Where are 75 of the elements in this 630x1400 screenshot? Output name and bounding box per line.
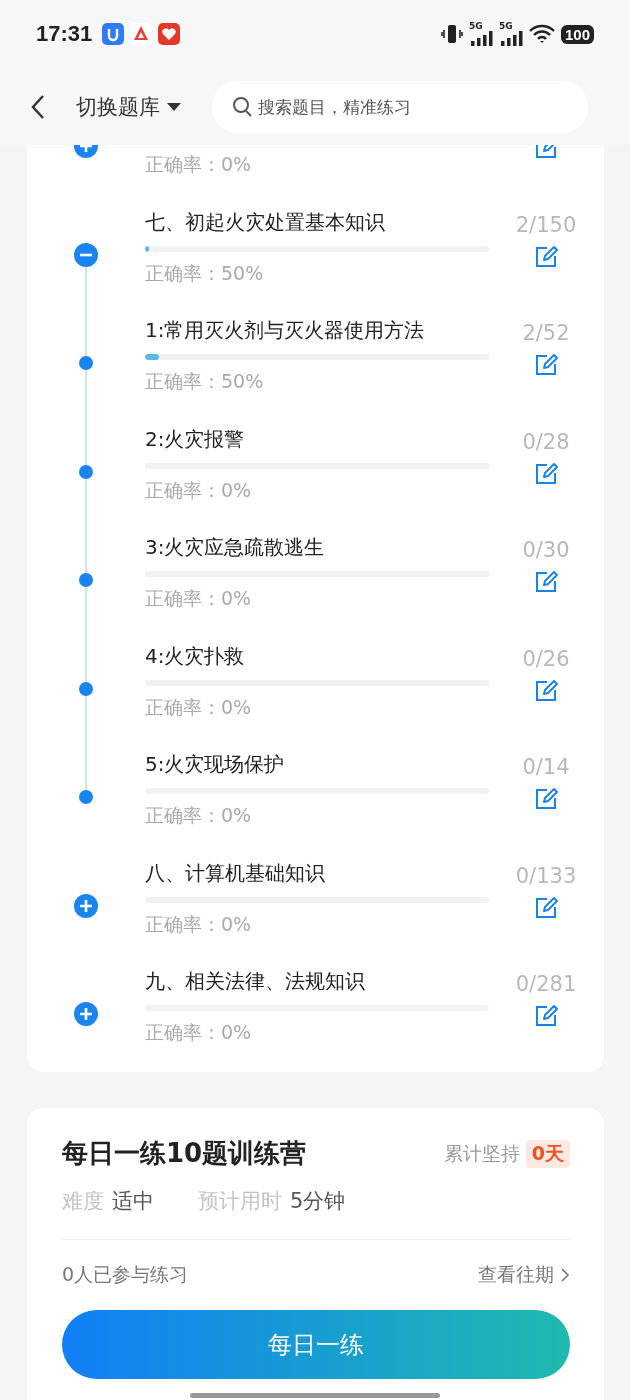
caret-icon: [166, 101, 182, 112]
edit-icon[interactable]: [533, 1003, 559, 1029]
accuracy-text: 正确率：0%: [145, 152, 253, 177]
accuracy-text: 正确率：0%: [145, 911, 253, 937]
difficulty-label: 难度: [62, 1189, 104, 1213]
app-icon: [102, 23, 125, 45]
progress-count: 0/28: [522, 428, 570, 456]
back-icon: [30, 93, 46, 120]
tree-node-dot: [79, 573, 93, 587]
history-link[interactable]: 查看往期: [478, 1262, 570, 1288]
vibrate-icon: [440, 24, 463, 44]
participants-text: 0人已参与练习: [62, 1262, 189, 1287]
edit-icon[interactable]: [533, 569, 559, 595]
progress-count: 0/26: [522, 645, 570, 673]
tree-node-dot: [79, 356, 93, 370]
chapter-title: 2:火灾报警: [145, 425, 246, 453]
tree-node-dot: [79, 681, 93, 696]
network-type: 5G: [498, 21, 513, 31]
accuracy-text: 正确率：0%: [145, 477, 253, 503]
time-value: 5分钟: [290, 1189, 346, 1213]
search-field[interactable]: 搜索题目，精准练习: [212, 80, 588, 133]
battery-level: 100: [560, 24, 594, 44]
streak-label: 累计坚持: [443, 1140, 520, 1166]
progress-count: 2/52: [522, 320, 570, 347]
accuracy-text: 正确率：0%: [145, 694, 253, 720]
chapter-row[interactable]: 九、相关法律、法规知识 正确率：0% 0/281: [27, 953, 604, 1062]
app-icon: [158, 23, 181, 45]
search-icon: [232, 95, 252, 118]
chapter-row[interactable]: 4:火灾扑救 正确率：0% 0/26: [27, 627, 604, 736]
accuracy-text: 正确率：0%: [145, 586, 253, 611]
difficulty-value: 适中: [112, 1189, 154, 1213]
tree-node-dot: [79, 790, 93, 804]
app-icon: [130, 23, 153, 45]
chapter-row[interactable]: 5:火灾现场保护 正确率：0% 0/14: [27, 736, 604, 845]
expand-icon[interactable]: [74, 893, 98, 918]
progress-count: 0/281: [515, 971, 577, 998]
accuracy-text: 正确率：50%: [145, 369, 265, 394]
edit-icon[interactable]: [533, 786, 559, 812]
progress-count: 0/133: [515, 862, 577, 890]
chapter-title: 七、初起火灾处置基本知识: [145, 208, 386, 236]
chapter-row[interactable]: 八、计算机基础知识 正确率：0% 0/133: [27, 844, 604, 953]
chapter-row[interactable]: 1:常用灭火剂与灭火器使用方法 正确率：50% 2/52: [27, 302, 604, 411]
streak-badge: 0天: [525, 1139, 570, 1168]
accuracy-text: 正确率：50%: [145, 260, 265, 286]
switch-bank-button[interactable]: 切换题库: [76, 92, 182, 121]
chapter-title: 九、相关法律、法规知识: [145, 968, 366, 995]
edit-icon[interactable]: [533, 677, 559, 704]
signal-icon: [468, 30, 493, 47]
edit-icon[interactable]: [533, 894, 559, 921]
edit-icon[interactable]: [533, 243, 559, 270]
accuracy-text: 正确率：0%: [145, 803, 253, 828]
progress-count: 2/150: [515, 211, 577, 239]
progress-count: 0/30: [522, 537, 570, 564]
tree-node-dot: [79, 464, 93, 479]
chapter-title: 3:火灾应急疏散逃生: [145, 534, 326, 561]
collapse-icon[interactable]: [74, 242, 98, 267]
chapter-title: 1:常用灭火剂与灭火器使用方法: [145, 317, 426, 344]
signal-icon: [498, 30, 523, 47]
chevron-icon: [560, 1267, 570, 1283]
chapter-title: 八、计算机基础知识: [145, 859, 326, 887]
accuracy-text: 正确率：0%: [145, 1020, 253, 1045]
wifi-icon: [528, 24, 555, 44]
chapter-title: 4:火灾扑救: [145, 642, 246, 670]
chapter-row[interactable]: 2:火灾报警 正确率：0% 0/28: [27, 410, 604, 519]
time-label: 预计用时: [198, 1189, 282, 1213]
edit-icon[interactable]: [533, 352, 559, 378]
expand-icon[interactable]: [74, 1002, 98, 1026]
network-type: 5G: [468, 21, 483, 31]
chapter-row[interactable]: 七、初起火灾处置基本知识 正确率：50% 2/150: [27, 193, 604, 302]
chapter-row[interactable]: 3:火灾应急疏散逃生 正确率：0% 0/30: [27, 519, 604, 628]
camp-title: 每日一练10题训练营: [62, 1137, 308, 1170]
clock-time: 17:31: [36, 21, 93, 47]
chapter-title: 5:火灾现场保护: [145, 751, 286, 778]
progress-count: 0/14: [522, 754, 570, 781]
edit-icon[interactable]: [533, 460, 559, 487]
